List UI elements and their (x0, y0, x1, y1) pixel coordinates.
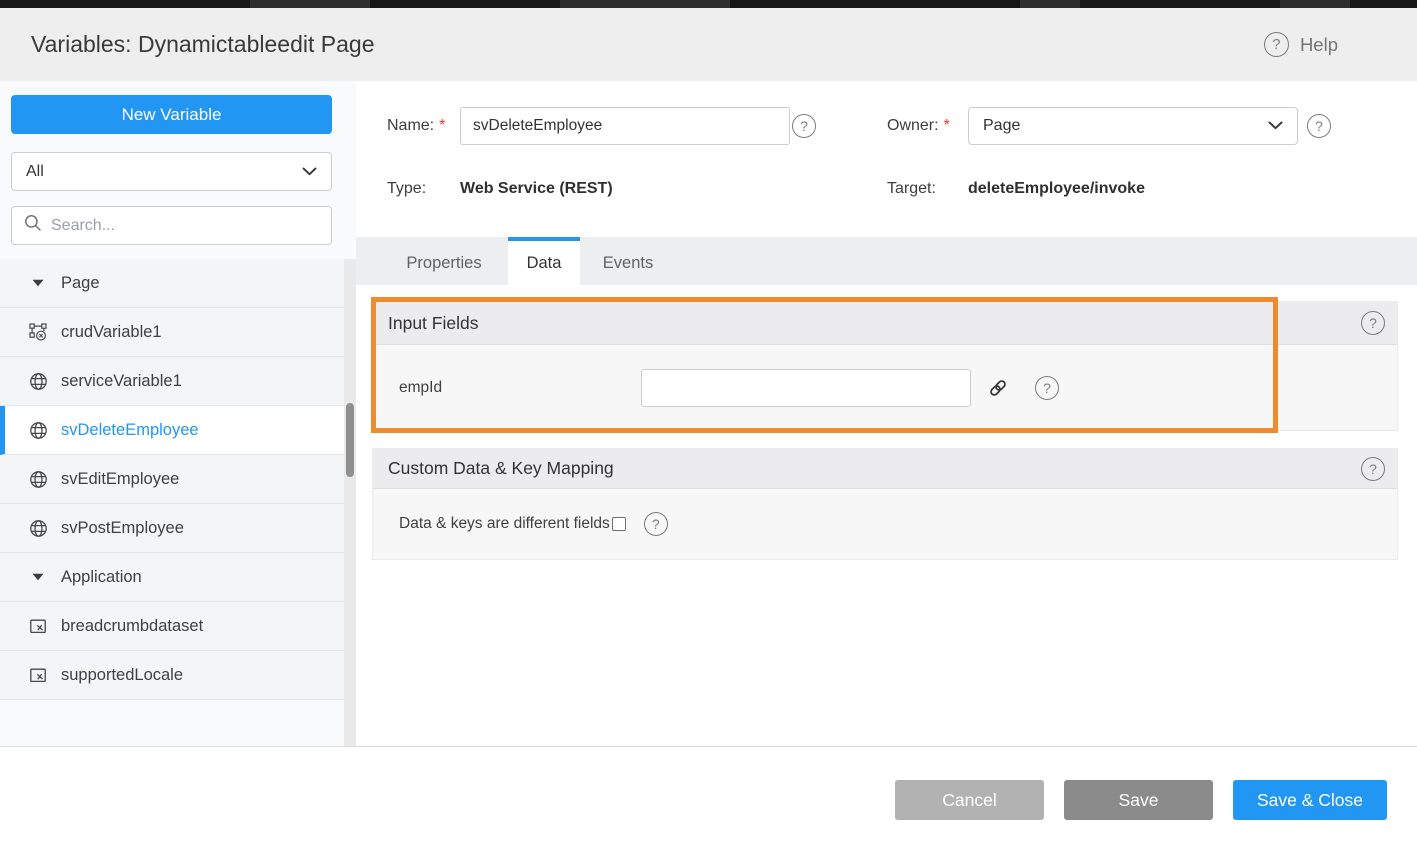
globe-icon (28, 470, 48, 489)
variable-item-label: Page (61, 274, 100, 293)
tab-label: Properties (406, 254, 481, 273)
sidebar-item-servicevariable1[interactable]: serviceVariable1 (0, 357, 344, 406)
tab-properties[interactable]: Properties (380, 237, 508, 285)
input-fields-header: Input Fields ? (373, 302, 1397, 345)
sidebar-item-crudvariable1[interactable]: crudVariable1 (0, 308, 344, 357)
cancel-button[interactable]: Cancel (895, 780, 1044, 820)
globe-icon (28, 421, 48, 440)
model-icon (28, 617, 48, 636)
target-value: deleteEmployee/invoke (968, 178, 1145, 200)
sidebar-item-svdeleteemployee[interactable]: svDeleteEmployee (0, 406, 344, 455)
input-fields-body: empId? (373, 345, 1397, 430)
tab-data[interactable]: Data (508, 237, 580, 285)
target-label: Target: (887, 178, 936, 200)
variable-item-label: crudVariable1 (61, 323, 162, 342)
save-close-button[interactable]: Save & Close (1233, 780, 1387, 820)
background-app-strip (0, 0, 1417, 8)
variable-filter-select[interactable]: All (11, 152, 332, 191)
dialog-footer: Cancel Save Save & Close (0, 746, 1417, 845)
input-fields-title: Input Fields (388, 313, 478, 334)
name-help-icon[interactable]: ? (792, 114, 816, 138)
help-button[interactable]: ? Help (1264, 8, 1338, 81)
save-button[interactable]: Save (1064, 780, 1213, 820)
model-icon (28, 666, 48, 685)
dialog-header: Variables: Dynamictableedit Page ? Help (0, 8, 1417, 81)
chevron-down-icon (302, 163, 317, 181)
different-fields-help-icon[interactable]: ? (644, 512, 668, 536)
name-input[interactable] (460, 107, 790, 145)
caret-down-icon (28, 279, 48, 287)
variable-search (11, 206, 332, 245)
custom-mapping-header: Custom Data & Key Mapping ? (373, 449, 1397, 489)
custom-mapping-title: Custom Data & Key Mapping (388, 458, 614, 479)
help-label: Help (1300, 34, 1338, 56)
owner-label: Owner: * (887, 107, 950, 145)
sidebar-item-supportedlocale[interactable]: supportedLocale (0, 651, 344, 700)
sidebar-item-svpostemployee[interactable]: svPostEmployee (0, 504, 344, 553)
variable-item-label: supportedLocale (61, 666, 183, 685)
sidebar-group-application[interactable]: Application (0, 553, 344, 602)
background-fragment (560, 0, 730, 8)
help-icon: ? (1264, 32, 1289, 57)
sidebar-item-breadcrumbdataset[interactable]: breadcrumbdataset (0, 602, 344, 651)
owner-label-text: Owner: (887, 117, 939, 134)
tab-bar: Properties Data Events (356, 237, 1417, 285)
variable-item-label: Application (61, 568, 142, 587)
custom-mapping-help-icon[interactable]: ? (1361, 457, 1385, 481)
tab-label: Events (603, 254, 653, 273)
sidebar-item-sveditemployee[interactable]: svEditEmployee (0, 455, 344, 504)
globe-icon (28, 372, 48, 391)
background-fragment (1280, 0, 1350, 8)
name-label: Name: * (387, 107, 445, 145)
input-field-help-icon[interactable]: ? (1035, 376, 1059, 400)
variable-item-label: svDeleteEmployee (61, 421, 199, 440)
custom-mapping-section: Custom Data & Key Mapping ? Data & keys … (372, 448, 1398, 560)
bind-link-icon[interactable] (987, 377, 1009, 399)
globe-icon (28, 519, 48, 538)
different-fields-label: Data & keys are different fields (399, 515, 610, 533)
chevron-down-icon (1268, 117, 1283, 135)
sidebar-scrollbar-track (344, 259, 356, 746)
search-icon (24, 214, 42, 237)
crud-icon (28, 323, 48, 342)
variables-sidebar: New Variable All Page crudVariable1 servic… (0, 81, 356, 746)
custom-mapping-body: Data & keys are different fields ? (373, 489, 1397, 559)
input-fields-help-icon[interactable]: ? (1361, 311, 1385, 335)
owner-selected-value: Page (983, 117, 1020, 135)
type-value: Web Service (REST) (460, 178, 613, 200)
new-variable-button[interactable]: New Variable (11, 95, 332, 134)
input-field-label: empId (399, 379, 641, 397)
owner-select[interactable]: Page (968, 107, 1298, 145)
variable-item-label: serviceVariable1 (61, 372, 182, 391)
sidebar-group-page[interactable]: Page (0, 259, 344, 308)
required-marker: * (439, 117, 445, 134)
input-field-value[interactable] (641, 369, 971, 407)
different-fields-checkbox[interactable] (612, 517, 626, 531)
background-fragment (250, 0, 370, 8)
required-marker: * (944, 117, 950, 134)
caret-down-icon (28, 573, 48, 581)
input-fields-section: Input Fields ? empId? (372, 301, 1398, 431)
name-label-text: Name: (387, 117, 434, 134)
background-fragment (1020, 0, 1080, 8)
variable-item-label: breadcrumbdataset (61, 617, 203, 636)
sidebar-scrollbar-thumb[interactable] (346, 403, 354, 477)
variable-item-label: svEditEmployee (61, 470, 179, 489)
tab-label: Data (527, 254, 562, 273)
filter-selected-value: All (26, 163, 44, 181)
search-input[interactable] (51, 217, 319, 235)
page-title: Variables: Dynamictableedit Page (31, 8, 374, 81)
owner-help-icon[interactable]: ? (1307, 114, 1331, 138)
variable-detail-panel: Name: * ? Owner: * Page ? Type: Web Servic… (356, 81, 1417, 746)
tab-events[interactable]: Events (580, 237, 676, 285)
variable-item-label: svPostEmployee (61, 519, 184, 538)
type-label: Type: (387, 178, 426, 200)
variable-list: Page crudVariable1 serviceVariable1 svDelet… (0, 259, 344, 700)
